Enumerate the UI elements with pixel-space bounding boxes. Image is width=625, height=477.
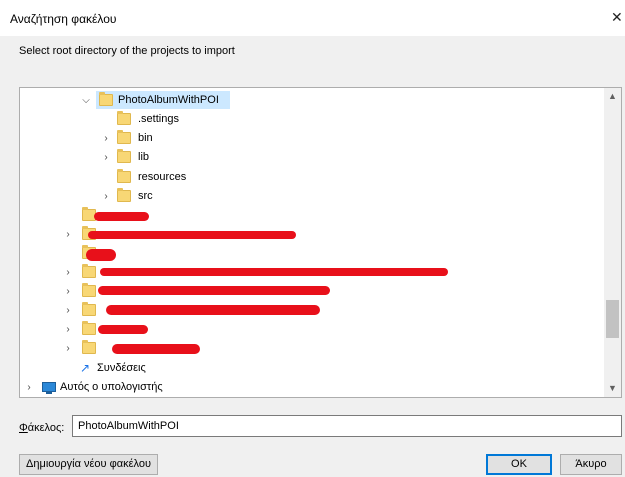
redaction-mark <box>94 212 149 221</box>
tree-item-lib[interactable]: › lib <box>20 148 605 167</box>
tree-item-links[interactable]: ↗ Συνδέσεις <box>20 359 605 378</box>
folder-icon <box>82 302 96 316</box>
tree-item-settings[interactable]: .settings <box>20 110 605 129</box>
tree-item-label: src <box>138 190 153 202</box>
tree-item-redacted[interactable]: › <box>20 301 605 320</box>
tree-item-redacted[interactable]: › <box>20 339 605 358</box>
folder-field-label-accesskey: Φ <box>19 422 28 434</box>
redaction-mark <box>106 305 320 315</box>
tree-item-src[interactable]: › src <box>20 187 605 206</box>
folder-tree[interactable]: ⌵ PhotoAlbumWithPOI .settings › bin › li… <box>19 87 622 398</box>
tree-item-label: bin <box>138 132 153 144</box>
new-folder-button[interactable]: Δημιουργία νέου φακέλου <box>19 454 158 475</box>
scroll-down-icon[interactable]: ▼ <box>604 380 621 397</box>
chevron-right-icon[interactable]: › <box>62 282 74 301</box>
chevron-down-icon[interactable]: ⌵ <box>80 91 92 110</box>
tree-item-label: Αυτός ο υπολογιστής <box>60 381 163 393</box>
folder-icon <box>117 130 131 144</box>
computer-icon <box>42 382 56 394</box>
instruction-text: Select root directory of the projects to… <box>19 45 235 57</box>
scroll-up-icon[interactable]: ▲ <box>604 88 621 105</box>
folder-icon <box>117 169 131 183</box>
tree-item-label: resources <box>138 171 187 183</box>
tree-item-resources[interactable]: resources <box>20 168 605 187</box>
title-bar: Αναζήτηση φακέλου ✕ <box>0 0 625 36</box>
scrollbar-thumb[interactable] <box>606 300 619 338</box>
folder-icon <box>82 340 96 354</box>
folder-icon <box>117 188 131 202</box>
folder-icon <box>82 264 96 278</box>
redaction-mark <box>112 344 200 354</box>
redaction-mark <box>100 268 448 276</box>
dialog-title: Αναζήτηση φακέλου <box>10 12 117 26</box>
folder-field-label: Φάκελος: <box>19 422 64 434</box>
redaction-mark <box>98 325 148 334</box>
redaction-mark <box>98 286 330 295</box>
tree-item-label: Συνδέσεις <box>97 362 146 374</box>
tree-item-redacted[interactable] <box>20 244 605 263</box>
chevron-right-icon[interactable]: › <box>100 129 112 148</box>
folder-field-label-rest: άκελος: <box>27 422 65 434</box>
tree-item-redacted[interactable] <box>20 206 605 225</box>
tree-item-this-pc[interactable]: › Αυτός ο υπολογιστής <box>20 378 605 397</box>
chevron-right-icon[interactable]: › <box>62 225 74 244</box>
chevron-right-icon[interactable]: › <box>62 263 74 282</box>
chevron-right-icon[interactable]: › <box>100 148 112 167</box>
folder-icon <box>117 111 131 125</box>
tree-item-redacted[interactable]: › <box>20 263 605 282</box>
folder-path-input[interactable] <box>72 415 622 437</box>
shortcut-arrow-icon: ↗ <box>80 361 91 375</box>
tree-item-bin[interactable]: › bin <box>20 129 605 148</box>
folder-icon <box>117 149 131 163</box>
vertical-scrollbar[interactable]: ▲ ▼ <box>604 88 621 397</box>
chevron-right-icon[interactable]: › <box>62 320 74 339</box>
tree-item-label: PhotoAlbumWithPOI <box>118 94 219 106</box>
tree-item-redacted[interactable]: › <box>20 225 605 244</box>
folder-icon <box>99 92 113 106</box>
cancel-button[interactable]: Άκυρο <box>560 454 622 475</box>
tree-item-redacted[interactable]: › <box>20 282 605 301</box>
ok-button[interactable]: OK <box>486 454 552 475</box>
tree-item-label: lib <box>138 151 150 163</box>
chevron-right-icon[interactable]: › <box>62 339 74 358</box>
folder-icon <box>82 321 96 335</box>
close-icon[interactable]: ✕ <box>611 9 625 25</box>
redaction-mark <box>88 231 296 239</box>
tree-item-photoalbumwithpoi[interactable]: ⌵ PhotoAlbumWithPOI <box>20 91 605 110</box>
chevron-right-icon[interactable]: › <box>100 187 112 206</box>
tree-item-redacted[interactable]: › <box>20 320 605 339</box>
chevron-right-icon[interactable]: › <box>23 378 35 397</box>
chevron-right-icon[interactable]: › <box>62 301 74 320</box>
redaction-mark <box>86 249 116 261</box>
tree-item-label: .settings <box>138 113 179 125</box>
folder-icon <box>82 283 96 297</box>
